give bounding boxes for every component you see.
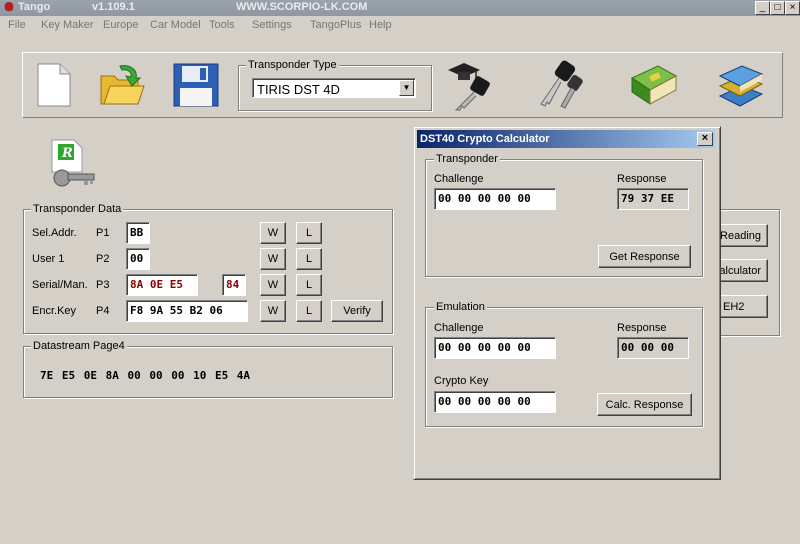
close-button[interactable]: × bbox=[785, 1, 800, 15]
app-logo-icon bbox=[3, 1, 15, 16]
dialog-close-icon[interactable]: × bbox=[697, 132, 713, 146]
encr-key-field[interactable]: F8 9A 55 B2 06 bbox=[126, 300, 248, 322]
menu-tools[interactable]: Tools bbox=[209, 19, 235, 31]
transponder-challenge-field[interactable]: 00 00 00 00 00 bbox=[434, 188, 556, 210]
reading-button[interactable]: Reading bbox=[716, 224, 768, 247]
emulation-response-field: 00 00 00 bbox=[617, 337, 689, 359]
transponder-response-field: 79 37 EE bbox=[617, 188, 689, 210]
sel-addr-field[interactable]: BB bbox=[126, 222, 150, 244]
chevron-down-icon[interactable]: ▼ bbox=[399, 80, 414, 96]
write-p3-button[interactable]: W bbox=[260, 274, 286, 296]
encr-key-label: Encr.Key bbox=[32, 305, 77, 317]
menu-bar: File Key Maker Europe Car Model Tools Se… bbox=[0, 16, 800, 36]
transponder-challenge-label: Challenge bbox=[434, 173, 484, 185]
get-response-button[interactable]: Get Response bbox=[598, 245, 691, 268]
user1-field[interactable]: 00 bbox=[126, 248, 150, 270]
emulation-challenge-field[interactable]: 00 00 00 00 00 bbox=[434, 337, 556, 359]
user1-label: User 1 bbox=[32, 253, 65, 265]
lock-p2-button[interactable]: L bbox=[296, 248, 322, 270]
emulation-challenge-label: Challenge bbox=[434, 322, 484, 334]
transponder-type-value: TIRIS DST 4D bbox=[257, 82, 340, 97]
serial-field[interactable]: 8A 0E E5 bbox=[126, 274, 198, 296]
transponder-type-select[interactable]: TIRIS DST 4D ▼ bbox=[252, 78, 416, 98]
books-stack-icon[interactable] bbox=[716, 60, 768, 115]
emulation-section-title: Emulation bbox=[434, 301, 487, 313]
lock-p1-button[interactable]: L bbox=[296, 222, 322, 244]
page-p4-label: P4 bbox=[96, 305, 110, 317]
page-p3-label: P3 bbox=[96, 279, 110, 291]
app-title: Tango bbox=[18, 1, 51, 13]
write-p4-button[interactable]: W bbox=[260, 300, 286, 322]
save-disk-icon[interactable] bbox=[172, 62, 220, 111]
crypto-calculator-dialog: DST40 Crypto Calculator × Transponder Ch… bbox=[413, 126, 721, 480]
datastream-value: 7E E5 0E 8A 00 00 00 10 E5 4A bbox=[40, 369, 251, 382]
website: WWW.SCORPIO-LK.COM bbox=[236, 1, 368, 13]
minimize-button[interactable]: _ bbox=[755, 1, 770, 15]
write-p1-button[interactable]: W bbox=[260, 222, 286, 244]
menu-key-maker[interactable]: Key Maker bbox=[41, 19, 94, 31]
eh2-button[interactable]: EH2 bbox=[716, 295, 768, 318]
menu-settings[interactable]: Settings bbox=[252, 19, 292, 31]
transponder-response-label: Response bbox=[617, 173, 667, 185]
app-version: v1.109.1 bbox=[92, 1, 135, 13]
serial-man-label: Serial/Man. bbox=[32, 279, 88, 291]
emulation-response-label: Response bbox=[617, 322, 667, 334]
r-key-icon[interactable]: R bbox=[50, 138, 98, 193]
car-keys-icon[interactable] bbox=[535, 58, 589, 113]
page-p1-label: P1 bbox=[96, 227, 110, 239]
write-p2-button[interactable]: W bbox=[260, 248, 286, 270]
dialog-title: DST40 Crypto Calculator bbox=[420, 133, 550, 145]
title-bar: Tango v1.109.1 WWW.SCORPIO-LK.COM _ □ × bbox=[0, 0, 800, 16]
menu-europe[interactable]: Europe bbox=[103, 19, 138, 31]
calc-response-button[interactable]: Calc. Response bbox=[597, 393, 692, 416]
transponder-section-title: Transponder bbox=[434, 153, 500, 165]
datastream-title: Datastream Page4 bbox=[31, 340, 127, 352]
maximize-button[interactable]: □ bbox=[770, 1, 785, 15]
new-file-icon[interactable] bbox=[36, 62, 72, 111]
transponder-type-title: Transponder Type bbox=[246, 59, 339, 71]
calculator-button[interactable]: alculator bbox=[716, 259, 768, 282]
menu-help[interactable]: Help bbox=[369, 19, 392, 31]
open-folder-icon[interactable] bbox=[98, 62, 146, 111]
page-p2-label: P2 bbox=[96, 253, 110, 265]
dialog-title-bar: DST40 Crypto Calculator × bbox=[417, 130, 715, 148]
lock-p3-button[interactable]: L bbox=[296, 274, 322, 296]
manufacturer-field[interactable]: 84 bbox=[222, 274, 246, 296]
crypto-key-field[interactable]: 00 00 00 00 00 bbox=[434, 391, 556, 413]
transponder-data-title: Transponder Data bbox=[31, 203, 124, 215]
green-book-icon[interactable] bbox=[628, 60, 680, 113]
menu-file[interactable]: File bbox=[8, 19, 26, 31]
menu-tangoplus[interactable]: TangoPlus bbox=[310, 19, 361, 31]
svg-text:R: R bbox=[61, 146, 73, 161]
graduation-key-icon[interactable] bbox=[446, 60, 496, 115]
menu-car-model[interactable]: Car Model bbox=[150, 19, 201, 31]
lock-p4-button[interactable]: L bbox=[296, 300, 322, 322]
crypto-key-label: Crypto Key bbox=[434, 375, 489, 387]
sel-addr-label: Sel.Addr. bbox=[32, 227, 77, 239]
verify-button[interactable]: Verify bbox=[331, 300, 383, 322]
